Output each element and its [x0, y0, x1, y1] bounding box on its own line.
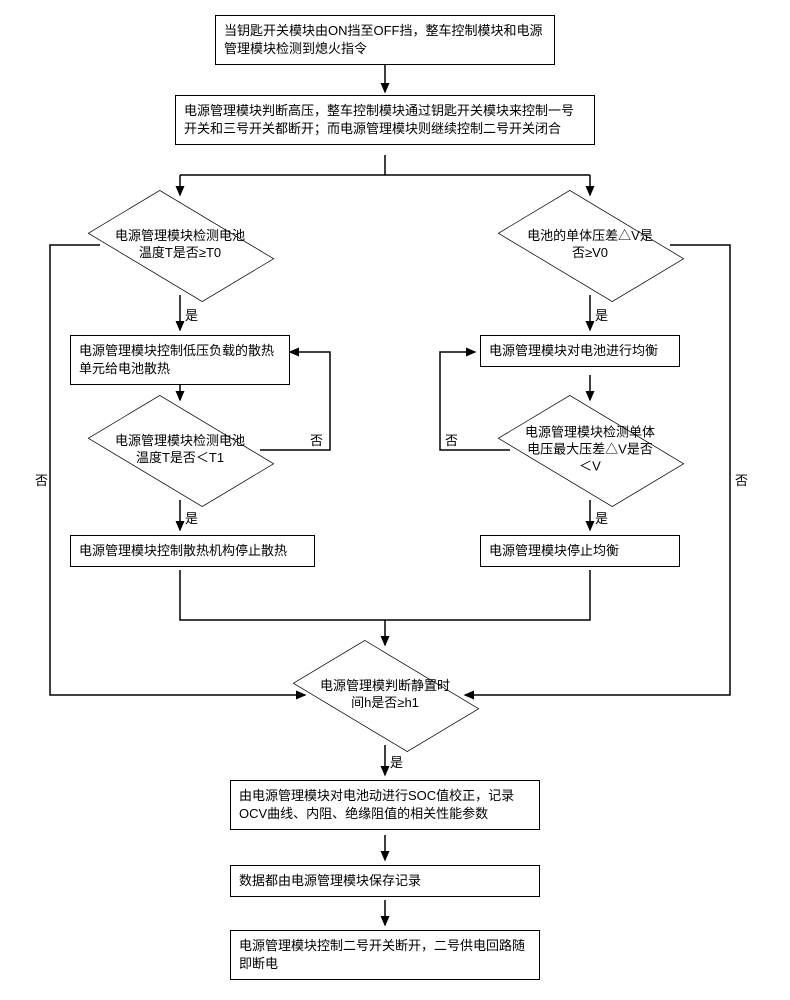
- left-action-cooling: 电源管理模块控制低压负载的散热单元给电池散热: [70, 335, 290, 385]
- step-save-data: 数据都由电源管理模块保存记录: [230, 865, 540, 897]
- step-soc-correction: 由电源管理模块对电池动进行SOC值校正，记录OCV曲线、内阻、绝缘阻值的相关性能…: [230, 780, 540, 830]
- left-action-stop-cooling: 电源管理模块控制散热机构停止散热: [70, 535, 315, 567]
- text: 电源管理模块检测电池温度T是否≥T0: [100, 228, 260, 262]
- decision-voltage: 电池的单体压差△V是否≥V0: [510, 195, 670, 295]
- label-yes: 是: [595, 305, 608, 324]
- step-2: 电源管理模块判断高压，整车控制模块通过钥匙开关模块来控制一号开关和三号开关都断开…: [175, 95, 595, 145]
- text: 电源管理模块对电池进行均衡: [489, 343, 658, 358]
- text: 当钥匙开关模块由ON挡至OFF挡，整车控制模块和电源管理模块检测到熄火指令: [224, 23, 543, 56]
- right-action-balance: 电源管理模块对电池进行均衡: [480, 335, 680, 367]
- label-yes: 是: [390, 752, 403, 771]
- text: 电源管理模块检测电池温度T是否＜T1: [100, 433, 260, 467]
- label-yes: 是: [185, 508, 198, 527]
- step-disconnect: 电源管理模块控制二号开关断开，二号供电回路随即断电: [230, 930, 540, 980]
- label-no: 否: [445, 430, 458, 449]
- text: 电源管理模块判断高压，整车控制模块通过钥匙开关模块来控制一号开关和三号开关都断开…: [184, 103, 574, 136]
- text: 电池的单体压差△V是否≥V0: [510, 228, 670, 262]
- text: 电源管理模块控制低压负载的散热单元给电池散热: [79, 343, 274, 376]
- decision-temperature-2: 电源管理模块检测电池温度T是否＜T1: [100, 400, 260, 500]
- text: 电源管理模块控制二号开关断开，二号供电回路随即断电: [239, 938, 525, 971]
- text: 电源管理模块控制散热机构停止散热: [79, 543, 287, 558]
- right-action-stop-balance: 电源管理模块停止均衡: [480, 535, 680, 567]
- label-no: 否: [735, 470, 748, 489]
- text: 电源管理模块检测单体电压最大压差△V是否＜V: [510, 425, 670, 476]
- text: 电源管理模判断静置时间h是否≥h1: [305, 678, 465, 712]
- label-no: 否: [310, 430, 323, 449]
- label-yes: 是: [185, 305, 198, 324]
- decision-temperature: 电源管理模块检测电池温度T是否≥T0: [100, 195, 260, 295]
- step-1: 当钥匙开关模块由ON挡至OFF挡，整车控制模块和电源管理模块检测到熄火指令: [215, 15, 555, 65]
- text: 由电源管理模块对电池动进行SOC值校正，记录OCV曲线、内阻、绝缘阻值的相关性能…: [239, 788, 514, 821]
- decision-voltage-2: 电源管理模块检测单体电压最大压差△V是否＜V: [510, 400, 670, 500]
- decision-time: 电源管理模判断静置时间h是否≥h1: [305, 645, 465, 745]
- text: 数据都由电源管理模块保存记录: [239, 873, 421, 888]
- label-yes: 是: [595, 508, 608, 527]
- text: 电源管理模块停止均衡: [489, 543, 619, 558]
- label-no: 否: [35, 470, 48, 489]
